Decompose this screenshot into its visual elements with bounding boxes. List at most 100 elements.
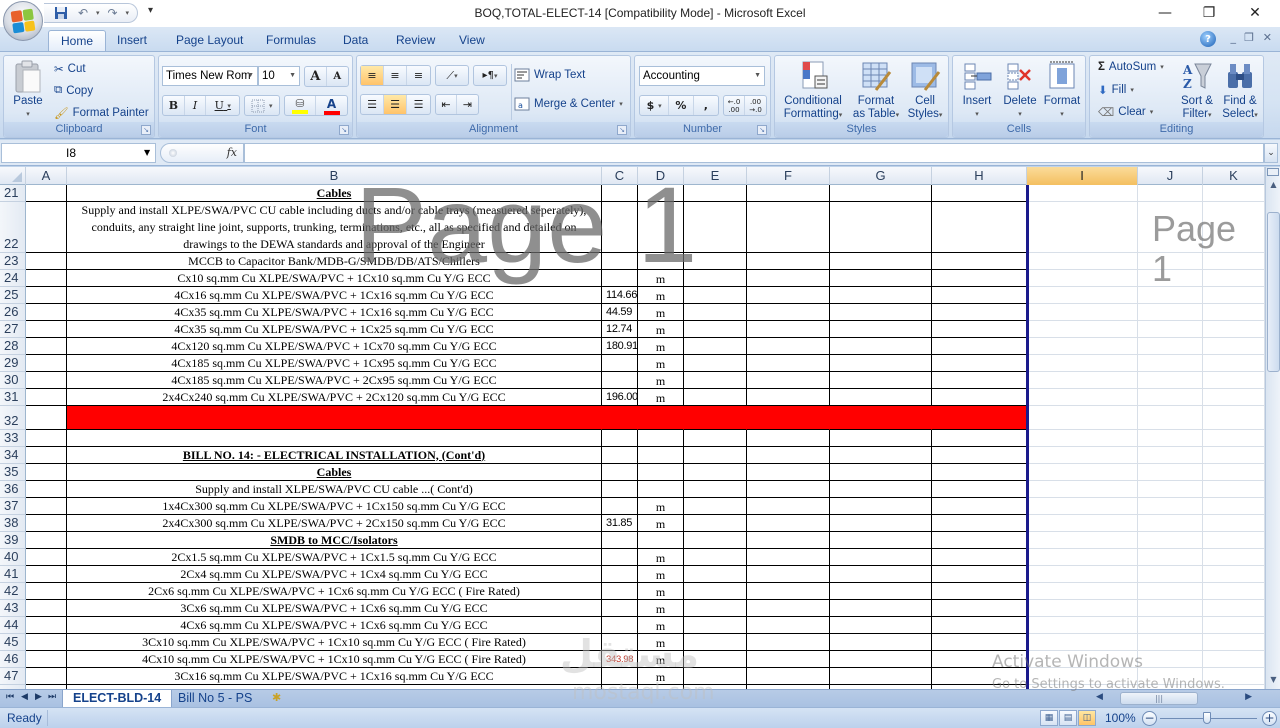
cell-j42[interactable] [1138,583,1203,600]
cell-i32[interactable] [1027,406,1138,430]
cell-d33[interactable] [638,430,684,447]
cell-h29[interactable] [932,355,1027,372]
cell-b43[interactable]: 3Cx6 sq.mm Cu XLPE/SWA/PVC + 1Cx6 sq.mm … [67,600,602,617]
cell-a28[interactable] [26,338,67,355]
format-as-table-button[interactable]: Format as Table▾ [849,60,903,122]
cell-k39[interactable] [1203,532,1265,549]
cell-f44[interactable] [747,617,830,634]
cell-d45[interactable]: m [638,634,684,651]
cell-i23[interactable] [1027,253,1138,270]
cell-d46[interactable]: m [638,651,684,668]
format-painter-button[interactable]: 🖌 Format Painter [54,106,149,120]
cell-b32[interactable] [67,406,602,430]
cell-f45[interactable] [747,634,830,651]
cell-j26[interactable] [1138,304,1203,321]
cell-e26[interactable] [684,304,747,321]
zoom-slider-thumb[interactable] [1203,712,1211,724]
cell-g26[interactable] [830,304,932,321]
cell-c27[interactable]: 12.74 [602,321,638,338]
cell-d41[interactable]: m [638,566,684,583]
vertical-scrollbar[interactable]: ▲ ▼ [1265,167,1280,689]
find-select-button[interactable]: Find & Select▾ [1218,60,1262,122]
cell-i47[interactable] [1027,668,1138,685]
cell-c45[interactable] [602,634,638,651]
scroll-left-arrow-icon[interactable]: ◀ [1096,692,1103,702]
expand-formula-bar-button[interactable]: ⌄ [1264,143,1278,163]
cell-g45[interactable] [830,634,932,651]
cell-a29[interactable] [26,355,67,372]
minimize-button[interactable]: — [1142,2,1188,24]
cell-i42[interactable] [1027,583,1138,600]
font-size-select[interactable]: 10 ▼ [258,66,300,86]
sort-filter-button[interactable]: AZ Sort & Filter▾ [1176,60,1218,122]
cell-h32[interactable] [932,406,1027,430]
cell-h21[interactable] [932,185,1027,202]
currency-button[interactable]: $ ▾ [640,96,670,115]
cell-k22[interactable] [1203,202,1265,253]
cell-k36[interactable] [1203,481,1265,498]
cell-k33[interactable] [1203,430,1265,447]
cell-e37[interactable] [684,498,747,515]
cell-h45[interactable] [932,634,1027,651]
cell-i26[interactable] [1027,304,1138,321]
cell-g28[interactable] [830,338,932,355]
cell-c40[interactable] [602,549,638,566]
cell-e36[interactable] [684,481,747,498]
cell-e39[interactable] [684,532,747,549]
workbook-close-button[interactable]: ✕ [1263,31,1272,44]
cell-b35[interactable]: Cables [67,464,602,481]
cell-k31[interactable] [1203,389,1265,406]
cell-k40[interactable] [1203,549,1265,566]
cell-b21[interactable]: Cables [67,185,602,202]
cell-k32[interactable] [1203,406,1265,430]
cell-g23[interactable] [830,253,932,270]
cell-b31[interactable]: 2x4Cx240 sq.mm Cu XLPE/SWA/PVC + 2Cx120 … [67,389,602,406]
tab-data[interactable]: Data [331,30,380,51]
increase-indent-button[interactable]: ⇥ [457,95,478,114]
cell-c32[interactable] [602,406,638,430]
cell-g46[interactable] [830,651,932,668]
cell-k34[interactable] [1203,447,1265,464]
cell-j37[interactable] [1138,498,1203,515]
cell-f25[interactable] [747,287,830,304]
cell-f26[interactable] [747,304,830,321]
cell-h41[interactable] [932,566,1027,583]
borders-button[interactable]: ▾ [244,95,280,116]
cell-d32[interactable] [638,406,684,430]
cut-button[interactable]: ✂ Cut [54,62,86,76]
autosum-button[interactable]: Σ AutoSum ▾ [1098,61,1164,73]
row-header[interactable]: 21 [0,185,26,202]
cell-b41[interactable]: 2Cx4 sq.mm Cu XLPE/SWA/PVC + 1Cx4 sq.mm … [67,566,602,583]
cell-e25[interactable] [684,287,747,304]
next-sheet-icon[interactable]: ▶ [35,692,42,702]
row-header[interactable]: 30 [0,372,26,389]
cell-b44[interactable]: 4Cx6 sq.mm Cu XLPE/SWA/PVC + 1Cx6 sq.mm … [67,617,602,634]
cell-c41[interactable] [602,566,638,583]
row-header[interactable]: 46 [0,651,26,668]
prev-sheet-icon[interactable]: ◀ [21,692,28,702]
cell-b40[interactable]: 2Cx1.5 sq.mm Cu XLPE/SWA/PVC + 1Cx1.5 sq… [67,549,602,566]
cell-d26[interactable]: m [638,304,684,321]
cell-j45[interactable] [1138,634,1203,651]
decrease-indent-button[interactable]: ⇤ [436,95,458,114]
row-header[interactable]: 31 [0,389,26,406]
tab-home[interactable]: Home [48,30,107,51]
cell-k30[interactable] [1203,372,1265,389]
cell-f21[interactable] [747,185,830,202]
cell-i37[interactable] [1027,498,1138,515]
cell-e30[interactable] [684,372,747,389]
cell-g24[interactable] [830,270,932,287]
cell-i29[interactable] [1027,355,1138,372]
row-header[interactable]: 25 [0,287,26,304]
cell-g44[interactable] [830,617,932,634]
row-header[interactable]: 27 [0,321,26,338]
cell-b36[interactable]: Supply and install XLPE/SWA/PVC CU cable… [67,481,602,498]
cell-h35[interactable] [932,464,1027,481]
cell-f46[interactable] [747,651,830,668]
cell-k41[interactable] [1203,566,1265,583]
cell-d29[interactable]: m [638,355,684,372]
cell-e46[interactable] [684,651,747,668]
cell-k21[interactable] [1203,185,1265,202]
cell-b27[interactable]: 4Cx35 sq.mm Cu XLPE/SWA/PVC + 1Cx25 sq.m… [67,321,602,338]
cell-h34[interactable] [932,447,1027,464]
